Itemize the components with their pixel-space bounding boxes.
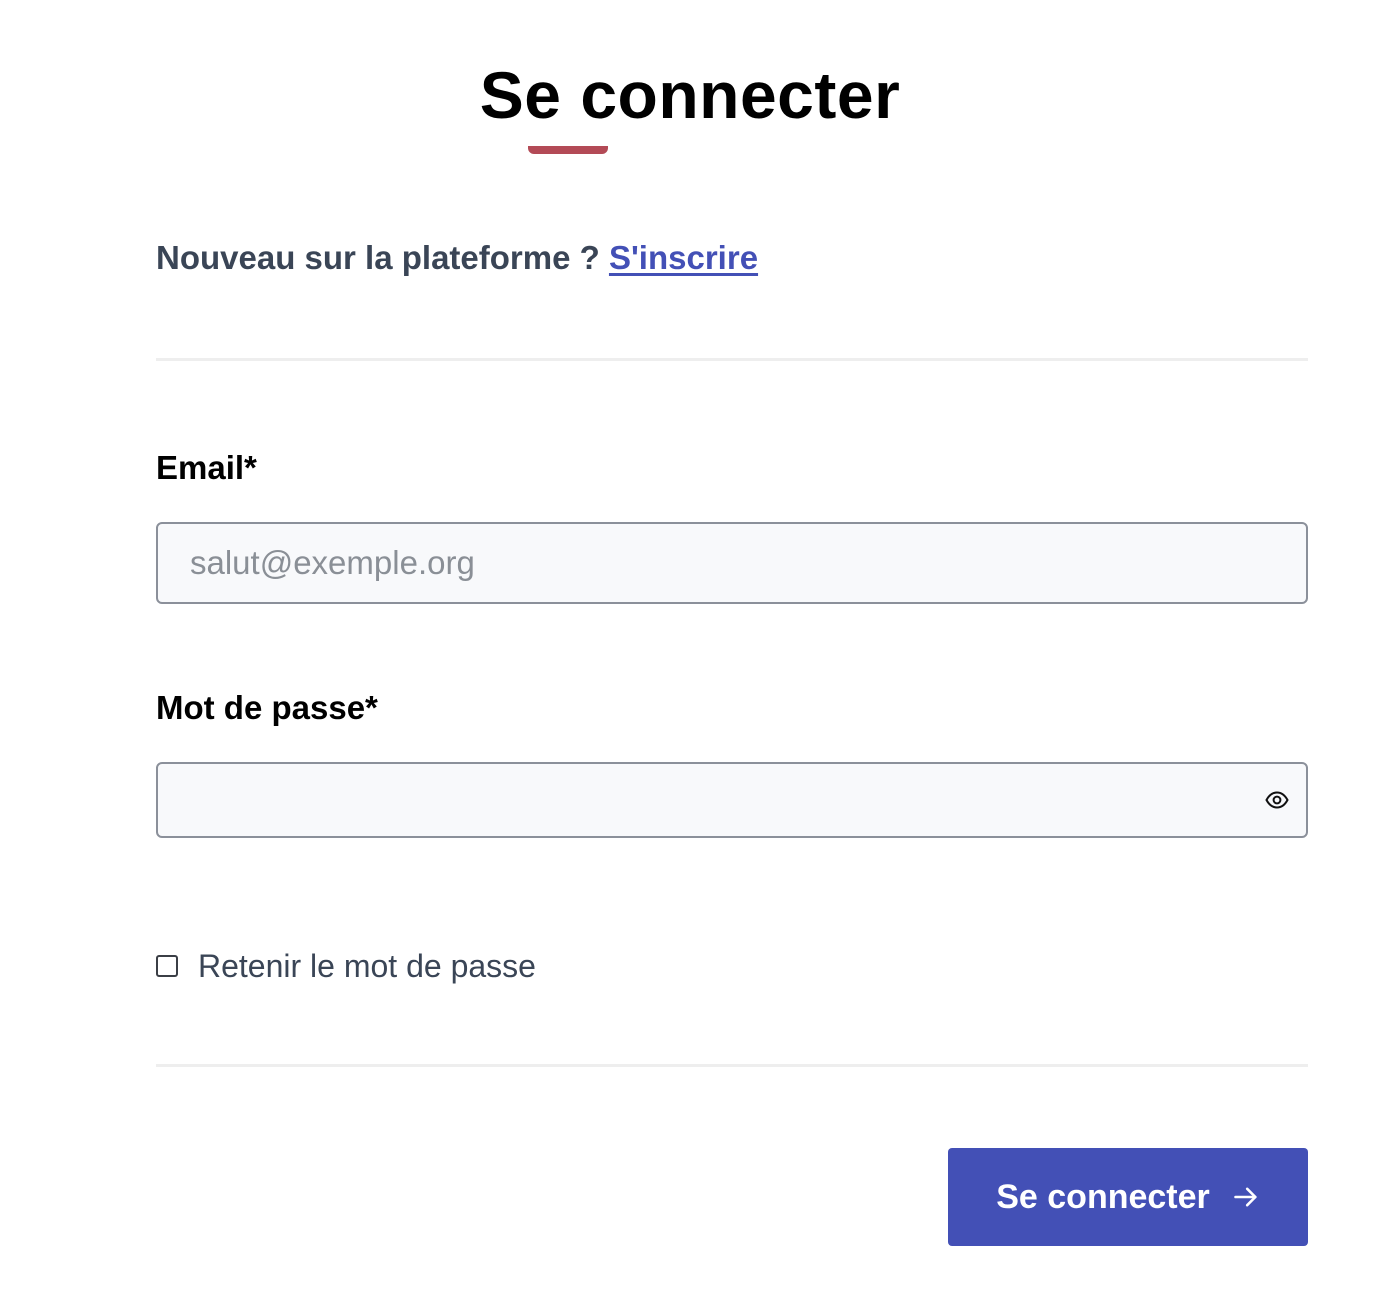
email-field[interactable] xyxy=(158,524,1306,602)
submit-button[interactable]: Se connecter xyxy=(948,1148,1308,1246)
title-underline-accent xyxy=(528,146,608,154)
eye-icon[interactable] xyxy=(1262,785,1292,815)
arrow-right-icon xyxy=(1232,1183,1260,1211)
remember-password-checkbox[interactable] xyxy=(156,955,178,977)
page-title: Se connecter xyxy=(479,58,901,132)
bottom-divider xyxy=(156,1064,1308,1067)
password-field-container xyxy=(156,762,1308,838)
signup-prompt-text: Nouveau sur la plateforme ? xyxy=(156,239,600,276)
signup-link[interactable]: S'inscrire xyxy=(609,239,758,276)
email-label: Email* xyxy=(156,449,257,486)
remember-password-label[interactable]: Retenir le mot de passe xyxy=(198,944,536,988)
top-divider xyxy=(156,358,1308,361)
email-field-container xyxy=(156,522,1308,604)
submit-button-label: Se connecter xyxy=(996,1177,1210,1216)
password-label: Mot de passe* xyxy=(156,689,378,726)
password-field[interactable] xyxy=(158,764,1306,836)
remember-password-row: Retenir le mot de passe xyxy=(156,944,536,988)
signup-prompt: Nouveau sur la plateforme ? S'inscrire xyxy=(156,236,758,280)
